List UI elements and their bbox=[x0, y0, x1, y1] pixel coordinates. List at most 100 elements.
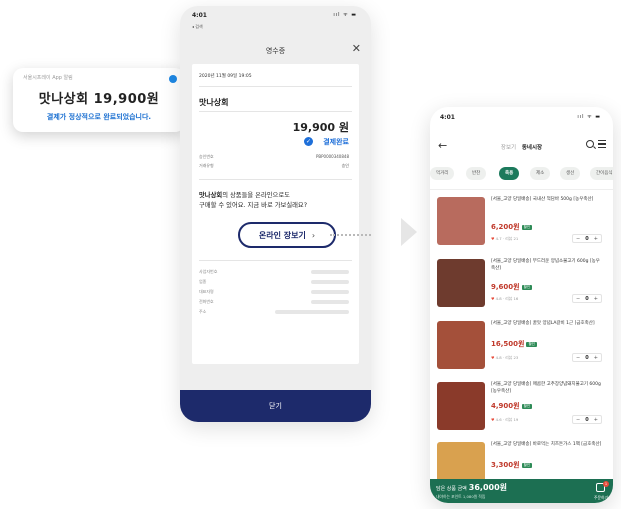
product-rating: ♥ 4.8 · 리뷰 23 bbox=[491, 355, 518, 361]
receipt-price: 19,900 원 bbox=[292, 121, 349, 134]
redacted-value bbox=[311, 280, 349, 284]
product-image bbox=[437, 259, 485, 307]
divider bbox=[199, 179, 352, 180]
payment-notification[interactable]: 서울시프레이 App 알림 맛나상회 19,900원 결제가 정상적으로 완료되… bbox=[13, 68, 185, 132]
product-item[interactable]: [서울_고양 당일배송] 매콤한 고추장양념돼지불고기 600g [농우축산] … bbox=[437, 380, 608, 438]
promo-shop: 맛나상회 bbox=[199, 192, 223, 199]
receipt-date: 2020년 11월 09일 19:05 bbox=[199, 74, 252, 79]
notification-app-name: 서울시프레이 App 알림 bbox=[23, 75, 73, 81]
back-link[interactable]: ◂ 검색 bbox=[192, 24, 203, 30]
product-name: [서울_고양 당일배송] 꿀맛 양념LA갈비 1근 [금호축산] bbox=[491, 321, 595, 326]
product-price: 4,900원 할인 bbox=[491, 401, 533, 411]
quantity-stepper[interactable]: −0 + bbox=[572, 234, 602, 243]
row-value: PBP0000340848 bbox=[315, 154, 349, 159]
info-label: 사업자번호 bbox=[199, 269, 218, 274]
product-item[interactable]: [서울_고양 당일배송] 부드러운 양념소불고기 600g [농우축산] 9,6… bbox=[437, 257, 608, 315]
info-row: 주소 bbox=[199, 309, 349, 315]
receipt-card: 2020년 11월 09일 19:05 맛나상회 19,900 원 ✓ 결제완료… bbox=[192, 64, 359, 364]
product-image bbox=[437, 321, 485, 369]
category-chip[interactable]: 제소 bbox=[530, 167, 551, 180]
promo-line-2: 구매할 수 있어요. 지금 바로 가보실래요? bbox=[199, 202, 308, 209]
tab-local-market[interactable]: 동네시장 bbox=[522, 145, 542, 151]
product-rating: ♥ 4.7 · 리뷰 21 bbox=[491, 236, 518, 242]
tab-shopping[interactable]: 장보기 bbox=[501, 145, 516, 151]
product-name: [서울_고양 당일배송] 부드러운 양념소불고기 600g [농우축산] bbox=[491, 259, 600, 271]
quantity-stepper[interactable]: −0 + bbox=[572, 294, 602, 303]
row-value: 승인 bbox=[341, 163, 349, 168]
product-image bbox=[437, 197, 485, 245]
divider bbox=[199, 111, 352, 112]
unread-dot-icon bbox=[169, 75, 177, 83]
check-icon: ✓ bbox=[304, 137, 313, 146]
category-chips: 먹거리 반찬 축용 제소 생선 간이음식 bbox=[430, 167, 613, 183]
rating-text: 4.8 · 리뷰 16 bbox=[495, 296, 519, 301]
redacted-value bbox=[311, 270, 349, 274]
category-chip[interactable]: 먹거리 bbox=[430, 167, 455, 180]
cart-summary-bar[interactable]: 담은 상품 금액 36,000원 내야하는 포인트 1,080원 적립 1 주문하… bbox=[430, 479, 613, 503]
cart-total-value: 36,000원 bbox=[468, 483, 508, 492]
price-value: 3,300원 bbox=[491, 461, 520, 469]
product-rating: ♥ 4.8 · 리뷰 16 bbox=[491, 296, 518, 302]
product-name: [서울_고양 당일배송] 바로먹는 치즈돈가스 1팩 [금호축산] bbox=[491, 442, 602, 447]
online-promo-text: 맛나상회의 상품들을 온라인으로도 구매할 수 있어요. 지금 바로 가보실래요… bbox=[199, 191, 352, 211]
arrow-right-icon bbox=[401, 218, 417, 246]
status-time: 4:01 bbox=[192, 12, 207, 19]
rating-text: 4.8 · 리뷰 23 bbox=[495, 355, 519, 360]
quantity-value: 0 bbox=[585, 235, 589, 242]
search-icon[interactable] bbox=[586, 140, 594, 148]
quantity-stepper[interactable]: −0 + bbox=[572, 415, 602, 424]
online-shopping-label: 온라인 장보기 bbox=[258, 230, 306, 240]
payment-status: 결제완료 bbox=[323, 138, 349, 146]
row-label: 거래유형 bbox=[199, 163, 214, 168]
status-icons: ııl ᯤ ▬ bbox=[333, 12, 357, 18]
info-label: 주소 bbox=[199, 309, 207, 314]
minus-icon[interactable]: − bbox=[576, 355, 580, 361]
receipt-row: 거래유형 승인 bbox=[199, 163, 349, 169]
point-info: 내야하는 포인트 1,080원 적립 bbox=[436, 494, 486, 499]
chevron-right-icon: › bbox=[311, 230, 316, 240]
quantity-value: 0 bbox=[585, 295, 589, 302]
rating-text: 4.6 · 리뷰 19 bbox=[495, 417, 519, 422]
redacted-value bbox=[275, 310, 349, 314]
discount-badge: 할인 bbox=[526, 341, 537, 347]
category-chip[interactable]: 생선 bbox=[560, 167, 581, 180]
quantity-stepper[interactable]: −0 + bbox=[572, 353, 602, 362]
plus-icon[interactable]: + bbox=[594, 417, 598, 423]
product-price: 9,600원 할인 bbox=[491, 282, 533, 292]
close-icon[interactable]: ✕ bbox=[352, 42, 361, 55]
info-row: 전화번호 bbox=[199, 299, 349, 305]
product-item[interactable]: [서울_고양 당일배송] 국내산 꺽담바 500g [농우축산] 6,200원 할… bbox=[437, 195, 608, 253]
menu-icon[interactable] bbox=[598, 140, 606, 150]
star-icon: ♥ bbox=[491, 296, 495, 301]
category-chip[interactable]: 축용 bbox=[499, 167, 520, 180]
quantity-value: 0 bbox=[585, 416, 589, 423]
plus-icon[interactable]: + bbox=[594, 355, 598, 361]
cart-count-badge: 1 bbox=[603, 481, 609, 487]
divider bbox=[199, 260, 352, 261]
connector-dotted-line bbox=[330, 234, 371, 236]
category-chip[interactable]: 반찬 bbox=[466, 167, 487, 180]
product-rating: ♥ 4.6 · 리뷰 19 bbox=[491, 417, 518, 423]
order-button-label[interactable]: 주문하기 bbox=[594, 495, 608, 501]
product-price: 3,300원 할인 bbox=[491, 460, 533, 470]
plus-icon[interactable]: + bbox=[594, 236, 598, 242]
discount-badge: 할인 bbox=[521, 403, 533, 409]
close-button[interactable]: 닫기 bbox=[180, 390, 371, 422]
category-chip[interactable]: 간이음식 bbox=[590, 167, 613, 180]
minus-icon[interactable]: − bbox=[576, 236, 580, 242]
row-label: 승인번호 bbox=[199, 154, 214, 159]
rating-text: 4.7 · 리뷰 21 bbox=[495, 236, 519, 241]
star-icon: ♥ bbox=[491, 236, 495, 241]
plus-icon[interactable]: + bbox=[594, 296, 598, 302]
info-row: 대표자명 bbox=[199, 289, 349, 295]
cart-total-label: 담은 상품 금액 bbox=[436, 486, 467, 492]
minus-icon[interactable]: − bbox=[576, 296, 580, 302]
price-value: 9,600원 bbox=[491, 283, 520, 291]
minus-icon[interactable]: − bbox=[576, 417, 580, 423]
redacted-value bbox=[311, 300, 349, 304]
receipt-row: 승인번호 PBP0000340848 bbox=[199, 154, 349, 160]
product-item[interactable]: [서울_고양 당일배송] 꿀맛 양념LA갈비 1근 [금호축산] 16,500원… bbox=[437, 319, 608, 377]
market-phone: 4:01 ııl ᯤ ▬ ← 장보기 동네시장 먹거리 반찬 축용 제소 생선 … bbox=[430, 107, 613, 503]
online-shopping-button[interactable]: 온라인 장보기 › bbox=[238, 222, 336, 248]
price-value: 6,200원 bbox=[491, 223, 520, 231]
